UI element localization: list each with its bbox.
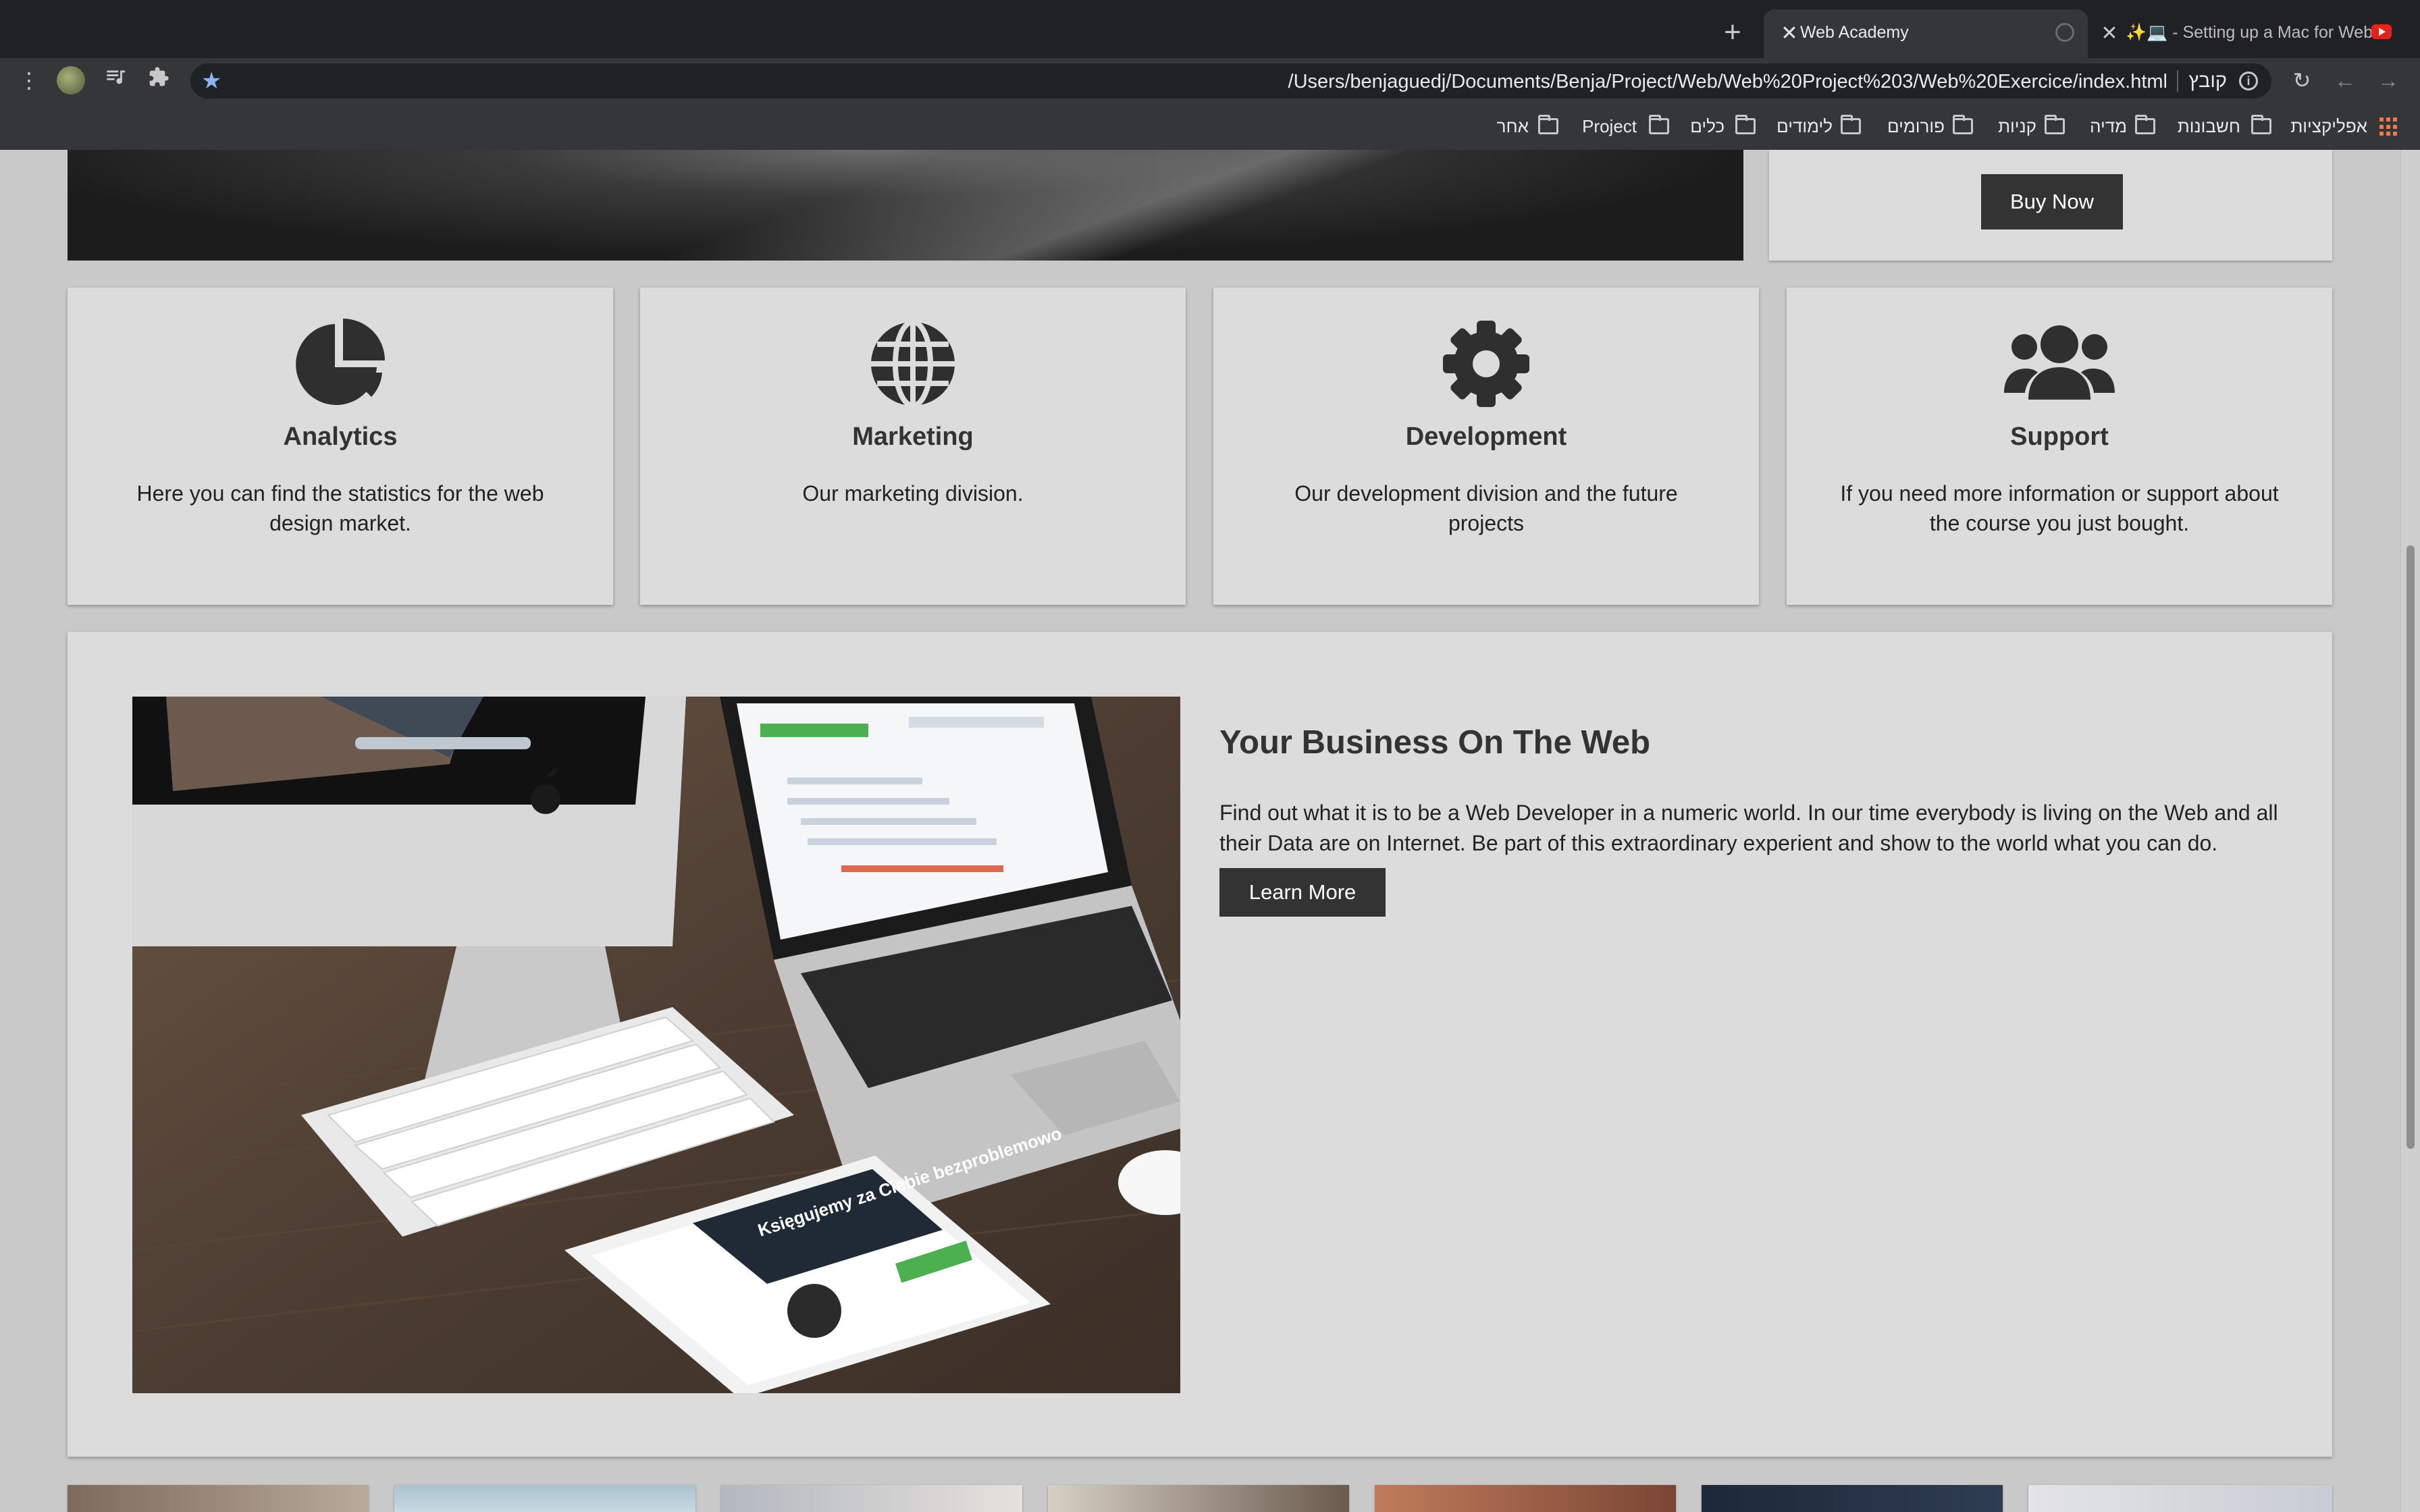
card-text: If you need more information or support … [1840,481,2279,535]
address-bar[interactable]: ★ /Users/benjaguedj/Documents/Benja/Proj… [190,63,2271,99]
bookmark-shopping[interactable]: קניות [1998,115,2036,138]
workspace-photo: Księgujemy za Ciebie bezproblemowo [132,697,1180,1393]
apps-grid-icon[interactable] [2379,117,2398,136]
gallery-thumb[interactable] [2028,1485,2332,1512]
folder-icon [1953,115,1973,134]
card-text: Our marketing division. [802,481,1024,506]
divider [2177,70,2178,92]
card-title: Analytics [283,423,398,451]
folder-icon [1538,115,1558,134]
card-marketing: Marketing Our marketing division. [640,288,1186,605]
tab-title: Web Academy [1800,23,1909,42]
gallery-thumb[interactable] [1048,1485,1349,1512]
url-text[interactable]: /Users/benjaguedj/Documents/Benja/Projec… [1288,71,2167,93]
section-text: Find out what it is to be a Web Develope… [1219,801,2278,855]
youtube-icon [2371,24,2392,39]
bookmarks-bar: אפליקציות חשבונות מדיה קניות פורומים לימ… [0,103,2420,151]
bookmark-media[interactable]: מדיה [2090,115,2127,138]
gallery-thumb[interactable] [1702,1485,2003,1512]
folder-icon [1649,115,1669,134]
arrow-right-icon[interactable]: → [2373,65,2404,96]
folder-icon [2135,115,2155,134]
section-title: Your Business On The Web [1219,724,1651,761]
gallery-thumb[interactable] [68,1485,369,1512]
media-queue-icon[interactable] [100,65,131,96]
browser-toolbar: ⋮ ★ /Users/benjaguedj/Documents/Benja/Pr… [0,58,2420,103]
star-icon[interactable]: ★ [201,66,221,96]
arrow-left-icon[interactable]: ← [2330,65,2361,96]
puzzle-icon[interactable] [143,65,174,96]
bookmark-project[interactable]: Project [1582,115,1637,138]
card-title: Marketing [852,423,974,451]
vertical-scrollbar[interactable] [2400,150,2420,1512]
business-section: Księgujemy za Ciebie bezproblemowo Your … [68,632,2332,1457]
tab-title: ✨💻 - Setting up a Mac for Web [2126,23,2373,42]
pricing-panel: Buy Now [1769,150,2332,261]
card-support: Support If you need more information or … [1787,288,2332,605]
bookmark-other[interactable]: אחר [1497,115,1529,138]
tab-web-academy[interactable]: ✕ Web Academy [1764,9,2088,58]
folder-icon [1841,115,1861,134]
card-development: Development Our development division and… [1213,288,1759,605]
card-title: Development [1405,423,1567,451]
tab-bar: + ✕ Web Academy ✕ ✨💻 - Setting up a Mac … [0,0,2420,58]
gallery-thumb[interactable] [394,1485,695,1512]
scheme-label: קובץ [2188,70,2227,92]
kebab-menu-icon[interactable]: ⋮ [14,65,45,96]
close-icon[interactable]: ✕ [1776,20,1803,47]
card-text: Here you can find the statistics for the… [136,481,544,535]
bookmark-tools[interactable]: כלים [1690,115,1725,138]
learn-more-button[interactable]: Learn More [1219,868,1386,917]
folder-icon [2045,115,2065,134]
scrollbar-thumb[interactable] [2406,545,2415,1149]
page-viewport: Buy Now Analytics Here you can find the … [0,150,2420,1512]
card-title: Support [2010,423,2109,451]
bookmark-forums[interactable]: פורומים [1887,115,1945,138]
gear-icon [1443,321,1529,407]
bookmark-accounts[interactable]: חשבונות [2178,115,2240,138]
bookmark-studies[interactable]: לימודים [1777,115,1833,138]
globe-icon [2055,23,2074,42]
folder-icon [2251,115,2271,134]
card-analytics: Analytics Here you can find the statisti… [68,288,613,605]
gallery-thumb[interactable] [721,1485,1022,1512]
pie-chart-icon [296,319,385,405]
buy-now-button[interactable]: Buy Now [1981,174,2123,230]
users-icon [2004,325,2115,400]
info-icon[interactable]: i [2239,72,2258,90]
globe-icon [871,319,955,408]
hero-image [68,150,1743,261]
avatar-icon[interactable] [57,66,85,94]
reload-icon[interactable]: ↻ [2286,65,2317,96]
folder-icon [1735,115,1756,134]
close-icon[interactable]: ✕ [2096,20,2123,47]
bookmark-apps[interactable]: אפליקציות [2290,115,2367,138]
gallery-thumb[interactable] [1375,1485,1676,1512]
card-text: Our development division and the future … [1294,481,1678,535]
new-tab-button[interactable]: + [1715,15,1750,50]
